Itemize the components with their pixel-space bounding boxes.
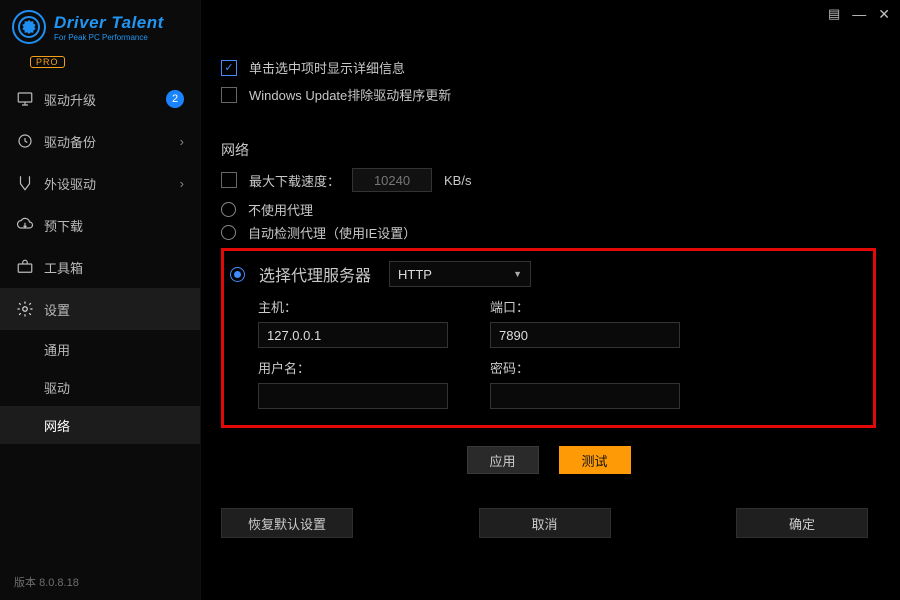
sidebar-item-label: 预下载 [44, 216, 83, 235]
pro-badge: PRO [30, 56, 65, 68]
password-label: 密码： [490, 358, 680, 377]
sidebar-item-label: 工具箱 [44, 258, 83, 277]
max-speed-input[interactable] [352, 168, 432, 192]
app-logo: Driver Talent For Peak PC Performance [0, 0, 200, 52]
radio-label: 选择代理服务器 [259, 262, 371, 286]
port-label: 端口： [490, 297, 680, 316]
cancel-button[interactable]: 取消 [479, 508, 611, 538]
gear-icon [16, 300, 34, 318]
device-icon [16, 174, 34, 192]
username-input[interactable] [258, 383, 448, 409]
sidebar-item-devices[interactable]: 外设驱动 › [0, 162, 200, 204]
checkbox-label: Windows Update排除驱动程序更新 [249, 85, 451, 104]
minimize-button[interactable]: — [852, 6, 866, 23]
logo-text: Driver Talent For Peak PC Performance [54, 13, 164, 42]
sidebar: Driver Talent For Peak PC Performance PR… [0, 0, 201, 600]
sidebar-item-upgrade[interactable]: 驱动升级 2 [0, 78, 200, 120]
section-header-network: 网络 [221, 140, 876, 160]
row-proxy-auto: 自动检测代理（使用IE设置） [221, 223, 876, 242]
chevron-right-icon: › [180, 176, 184, 191]
sidebar-item-label: 驱动 [44, 378, 70, 397]
checkbox-wu-exclude[interactable] [221, 87, 237, 103]
logo-block: Driver Talent For Peak PC Performance PR… [0, 0, 200, 78]
app-subtitle: For Peak PC Performance [54, 33, 164, 42]
ok-button[interactable]: 确定 [736, 508, 868, 538]
speed-unit: KB/s [444, 173, 471, 188]
apply-test-row: 应用 测试 [221, 446, 876, 474]
sidebar-item-label: 驱动备份 [44, 132, 96, 151]
username-label: 用户名： [258, 358, 448, 377]
sidebar-item-predownload[interactable]: 预下载 [0, 204, 200, 246]
sidebar-subitem-network[interactable]: 网络 [0, 406, 200, 444]
sidebar-item-label: 外设驱动 [44, 174, 96, 193]
row-proxy-manual: 选择代理服务器 HTTP ▼ [230, 261, 855, 287]
chevron-right-icon: › [180, 134, 184, 149]
proxy-highlight-box: 选择代理服务器 HTTP ▼ 主机： 端口： 用户名： [221, 248, 876, 428]
version-label: 版本 8.0.8.18 [0, 564, 200, 600]
chevron-down-icon: ▼ [513, 269, 522, 279]
checkbox-label: 单击选中项时显示详细信息 [249, 58, 405, 77]
logo-icon [12, 10, 46, 44]
backup-icon [16, 132, 34, 150]
sidebar-item-label: 网络 [44, 416, 70, 435]
sidebar-item-backup[interactable]: 驱动备份 › [0, 120, 200, 162]
row-proxy-none: 不使用代理 [221, 200, 876, 219]
sidebar-item-toolbox[interactable]: 工具箱 [0, 246, 200, 288]
radio-proxy-manual[interactable] [230, 267, 245, 282]
host-input[interactable] [258, 322, 448, 348]
restore-defaults-button[interactable]: 恢复默认设置 [221, 508, 353, 538]
host-label: 主机： [258, 297, 448, 316]
close-button[interactable]: ✕ [878, 6, 890, 23]
password-input[interactable] [490, 383, 680, 409]
menu-icon[interactable]: ▤ [828, 6, 840, 23]
sidebar-item-settings[interactable]: 设置 [0, 288, 200, 330]
row-show-detail: 单击选中项时显示详细信息 [221, 58, 876, 77]
window-controls: ▤ — ✕ [828, 6, 890, 23]
proxy-type-select[interactable]: HTTP ▼ [389, 261, 531, 287]
radio-proxy-auto[interactable] [221, 225, 236, 240]
upgrade-badge: 2 [166, 90, 184, 108]
app-title: Driver Talent [54, 13, 164, 33]
row-max-speed: 最大下载速度： KB/s [221, 168, 876, 192]
test-button[interactable]: 测试 [559, 446, 631, 474]
content-panel: ▤ — ✕ 单击选中项时显示详细信息 Windows Update排除驱动程序更… [201, 0, 900, 600]
select-value: HTTP [398, 267, 432, 282]
port-input[interactable] [490, 322, 680, 348]
download-icon [16, 216, 34, 234]
max-speed-label: 最大下载速度： [249, 171, 340, 190]
sidebar-item-label: 设置 [44, 300, 70, 319]
radio-label: 不使用代理 [248, 200, 313, 219]
footer-buttons: 恢复默认设置 取消 确定 [221, 508, 868, 538]
nav-list: 驱动升级 2 驱动备份 › 外设驱动 › 预下载 工具箱 [0, 78, 200, 564]
row-wu-exclude: Windows Update排除驱动程序更新 [221, 85, 876, 104]
apply-button[interactable]: 应用 [467, 446, 539, 474]
sidebar-item-label: 通用 [44, 340, 70, 359]
sidebar-subitem-driver[interactable]: 驱动 [0, 368, 200, 406]
checkbox-show-detail[interactable] [221, 60, 237, 76]
radio-label: 自动检测代理（使用IE设置） [248, 223, 416, 242]
monitor-icon [16, 90, 34, 108]
toolbox-icon [16, 258, 34, 276]
radio-proxy-none[interactable] [221, 202, 236, 217]
sidebar-subitem-general[interactable]: 通用 [0, 330, 200, 368]
sidebar-item-label: 驱动升级 [44, 90, 96, 109]
checkbox-max-speed[interactable] [221, 172, 237, 188]
